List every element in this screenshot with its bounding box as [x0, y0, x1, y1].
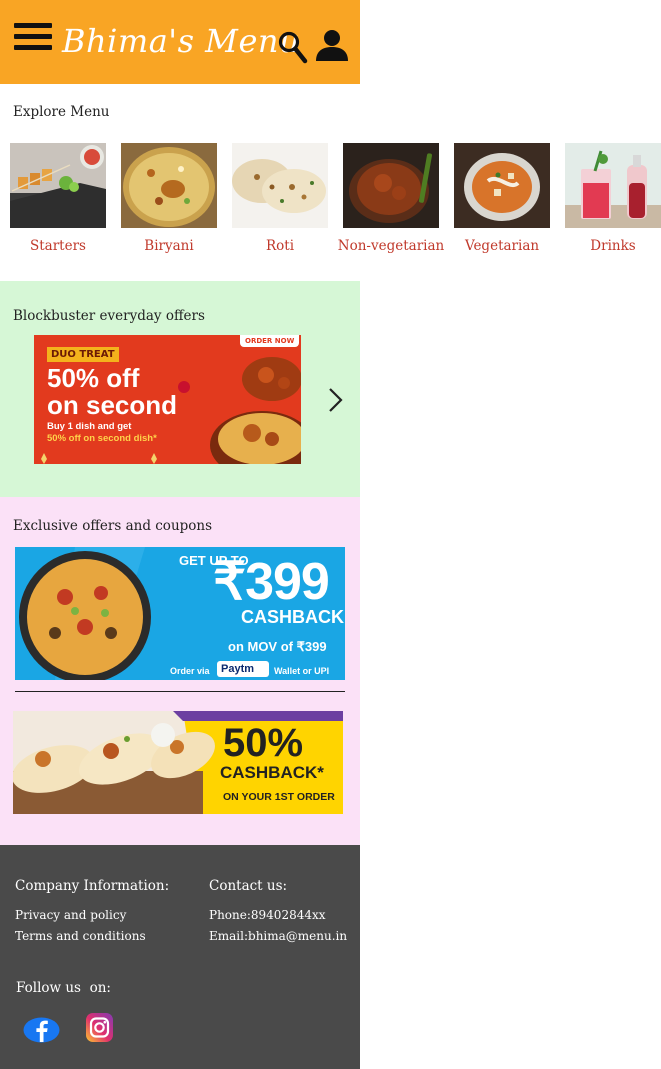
- vegetarian-image: [454, 143, 550, 228]
- offer-detail-line: Buy 1 dish and get: [47, 421, 132, 432]
- coupons-section: Exclusive offers and coupons GET UP TO ₹…: [0, 497, 360, 845]
- biryani-image: [121, 143, 217, 228]
- chevron-right-icon[interactable]: [327, 386, 345, 414]
- category-label: Biryani: [144, 238, 194, 254]
- user-icon[interactable]: [315, 28, 349, 62]
- category-label: Vegetarian: [464, 238, 540, 254]
- category-label: Starters: [30, 238, 86, 254]
- offer-detail-line: 50% off on second dish*: [47, 433, 157, 444]
- non-vegetarian-image: [343, 143, 439, 228]
- facebook-icon[interactable]: [23, 1017, 60, 1043]
- explore-menu-title: Explore Menu: [13, 104, 110, 120]
- paytm-mov: on MOV of ₹399: [228, 639, 327, 654]
- offer-headline-line: on second: [47, 390, 178, 420]
- category-roti[interactable]: Roti: [232, 143, 328, 254]
- terms-conditions-link[interactable]: Terms and conditions: [15, 929, 146, 943]
- wrap-cashback-banner[interactable]: 50% CASHBACK* ON YOUR 1ST ORDER: [13, 711, 343, 814]
- follow-us-label: Follow us on:: [16, 980, 111, 996]
- paytm-logo: Paytm: [221, 663, 255, 675]
- duo-treat-banner[interactable]: DUO TREAT 50% off on second Buy 1 dish a…: [34, 335, 301, 464]
- paytm-cashback: CASHBACK: [241, 607, 344, 627]
- offer-headline-line: 50% off: [47, 363, 140, 393]
- contact-email[interactable]: Email:bhima@menu.in: [209, 929, 347, 943]
- wrap-cashback: CASHBACK*: [220, 763, 324, 782]
- offers-section: Blockbuster everyday offers DUO TREAT 50…: [0, 281, 360, 497]
- category-non-vegetarian[interactable]: Non-vegetarian: [338, 143, 444, 254]
- paytm-order-via: Order via: [170, 666, 210, 676]
- category-label: Drinks: [590, 238, 636, 254]
- paytm-wallet: Wallet or UPI: [274, 666, 330, 676]
- category-vegetarian[interactable]: Vegetarian: [454, 143, 550, 254]
- paytm-amount: ₹399: [213, 553, 330, 611]
- drinks-image: [565, 143, 661, 228]
- category-starters[interactable]: Starters: [10, 143, 106, 254]
- offer-headline: 50% off on second: [47, 365, 177, 419]
- order-now-tag[interactable]: ORDER NOW: [240, 335, 300, 347]
- category-label: Roti: [265, 238, 295, 254]
- site-footer: Company Information: Privacy and policy …: [0, 845, 360, 1069]
- contact-phone: Phone:89402844xx: [209, 908, 326, 922]
- category-drinks[interactable]: Drinks: [565, 143, 661, 254]
- paytm-cashback-banner[interactable]: GET UP TO ₹399 CASHBACK on MOV of ₹399 O…: [15, 547, 345, 680]
- search-icon[interactable]: [278, 30, 308, 64]
- offer-details: Buy 1 dish and get 50% off on second dis…: [47, 421, 157, 445]
- privacy-policy-link[interactable]: Privacy and policy: [15, 908, 126, 922]
- category-biryani[interactable]: Biryani: [121, 143, 217, 254]
- wrap-percent: 50%: [223, 721, 304, 765]
- divider: [15, 691, 345, 692]
- brand-logo[interactable]: Bhima's Menu: [62, 22, 300, 60]
- company-info-heading: Company Information:: [15, 878, 170, 894]
- wrap-first-order: ON YOUR 1ST ORDER: [223, 791, 335, 803]
- offers-title: Blockbuster everyday offers: [13, 308, 205, 324]
- starters-image: [10, 143, 106, 228]
- category-label: Non-vegetarian: [337, 238, 445, 254]
- instagram-icon[interactable]: [86, 1013, 113, 1042]
- roti-image: [232, 143, 328, 228]
- menu-icon[interactable]: [14, 23, 52, 59]
- coupons-title: Exclusive offers and coupons: [13, 518, 213, 534]
- app-header: Bhima's Menu: [0, 0, 360, 84]
- duo-treat-tag: DUO TREAT: [47, 347, 119, 362]
- contact-heading: Contact us:: [209, 878, 288, 894]
